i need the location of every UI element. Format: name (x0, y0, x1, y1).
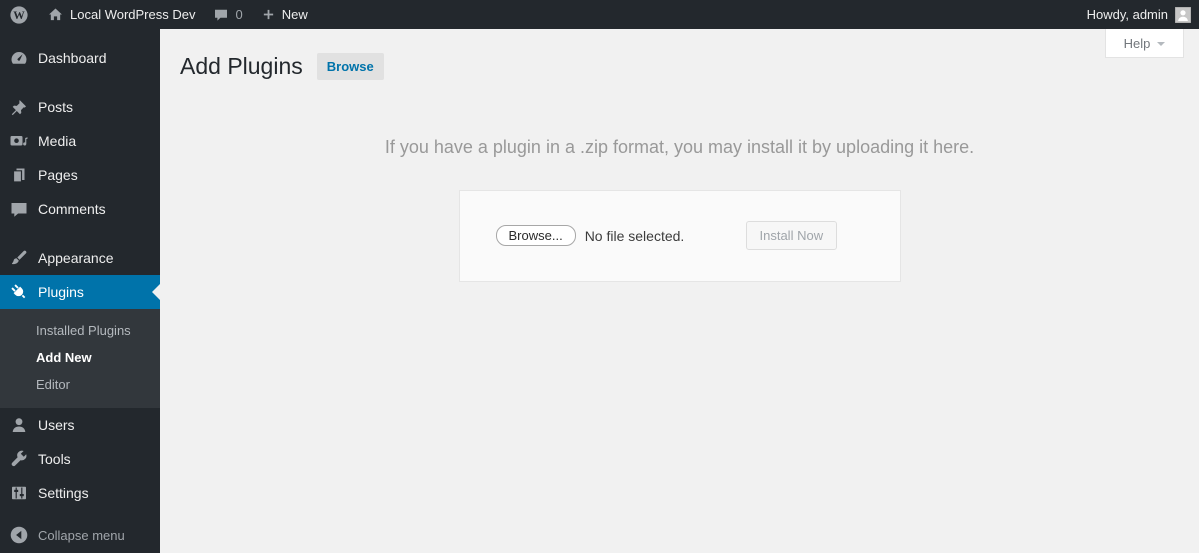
sidebar-item-label: Pages (38, 167, 78, 183)
plus-icon (261, 7, 276, 22)
plugins-submenu: Installed Plugins Add New Editor (0, 309, 160, 408)
dashboard-icon (9, 48, 29, 68)
admin-bar: W Local WordPress Dev 0 New Howdy, admin (0, 0, 1199, 29)
plugin-upload-form: Browse... No file selected. Install Now (458, 189, 901, 282)
sidebar-item-settings[interactable]: Settings (0, 476, 160, 510)
collapse-menu-button[interactable]: Collapse menu (0, 518, 160, 552)
submenu-add-new[interactable]: Add New (0, 344, 160, 371)
comments-count: 0 (235, 7, 243, 22)
file-input[interactable]: Browse... No file selected. (495, 225, 746, 247)
media-icon (9, 131, 29, 151)
submenu-installed-plugins[interactable]: Installed Plugins (0, 317, 160, 344)
submenu-editor[interactable]: Editor (0, 371, 160, 398)
pushpin-icon (9, 97, 29, 117)
sidebar-item-label: Users (38, 417, 75, 433)
site-name-link[interactable]: Local WordPress Dev (38, 0, 204, 29)
help-dropdown-button[interactable]: Help (1105, 29, 1184, 58)
avatar (1175, 6, 1191, 23)
wrench-icon (9, 449, 29, 469)
sidebar-item-label: Settings (38, 485, 89, 501)
sidebar-item-label: Comments (38, 201, 106, 217)
sidebar-item-media[interactable]: Media (0, 124, 160, 158)
sidebar-item-label: Tools (38, 451, 71, 467)
file-status-text: No file selected. (584, 227, 685, 244)
account-menu[interactable]: Howdy, admin (1079, 0, 1199, 29)
svg-text:W: W (13, 10, 25, 22)
help-label: Help (1123, 35, 1151, 51)
brush-icon (9, 248, 29, 268)
pages-icon (9, 165, 29, 185)
wordpress-logo-icon: W (9, 5, 29, 25)
page-header: Add Plugins Browse (160, 29, 1199, 81)
user-icon (9, 415, 29, 435)
browse-plugins-button[interactable]: Browse (316, 52, 384, 80)
main-content: Help Add Plugins Browse If you have a pl… (160, 29, 1199, 553)
chevron-down-icon (1157, 41, 1166, 50)
file-browse-button[interactable]: Browse... (495, 225, 576, 247)
upload-help-text: If you have a plugin in a .zip format, y… (384, 136, 975, 157)
sidebar-item-label: Posts (38, 99, 74, 115)
admin-bar-left: W Local WordPress Dev 0 New (0, 0, 317, 29)
home-icon (47, 6, 64, 23)
settings-icon (9, 483, 29, 503)
sidebar-item-tools[interactable]: Tools (0, 442, 160, 476)
new-label: New (281, 7, 308, 22)
plug-icon (9, 282, 29, 302)
admin-bar-right: Howdy, admin (1079, 0, 1199, 29)
sidebar-item-pages[interactable]: Pages (0, 158, 160, 192)
sidebar-item-label: Media (38, 133, 77, 149)
sidebar-item-dashboard[interactable]: Dashboard (0, 41, 160, 75)
admin-bar-new[interactable]: New (252, 0, 317, 29)
admin-bar-comments[interactable]: 0 (204, 0, 251, 29)
page-title: Add Plugins (180, 53, 303, 79)
site-name-label: Local WordPress Dev (70, 7, 196, 22)
sidebar-item-appearance[interactable]: Appearance (0, 241, 160, 275)
sidebar-item-label: Appearance (38, 250, 114, 266)
howdy-label: Howdy, admin (1086, 7, 1168, 22)
collapse-menu-label: Collapse menu (38, 527, 125, 543)
sidebar-item-label: Plugins (38, 284, 84, 300)
menu-separator (0, 75, 160, 90)
sidebar-item-comments[interactable]: Comments (0, 192, 160, 226)
comment-icon (9, 199, 29, 219)
menu-separator (0, 226, 160, 241)
sidebar-item-posts[interactable]: Posts (0, 90, 160, 124)
collapse-arrow-icon (9, 525, 29, 545)
wordpress-menu-button[interactable]: W (0, 0, 38, 29)
sidebar-item-label: Dashboard (38, 50, 107, 66)
comments-bubble-icon (213, 7, 229, 23)
admin-sidebar: Dashboard Posts Media Pages Comments App… (0, 29, 160, 553)
sidebar-item-plugins[interactable]: Plugins (0, 275, 160, 309)
install-now-button[interactable]: Install Now (745, 221, 838, 251)
admin-menu: Dashboard Posts Media Pages Comments App… (0, 29, 160, 552)
sidebar-item-users[interactable]: Users (0, 408, 160, 442)
